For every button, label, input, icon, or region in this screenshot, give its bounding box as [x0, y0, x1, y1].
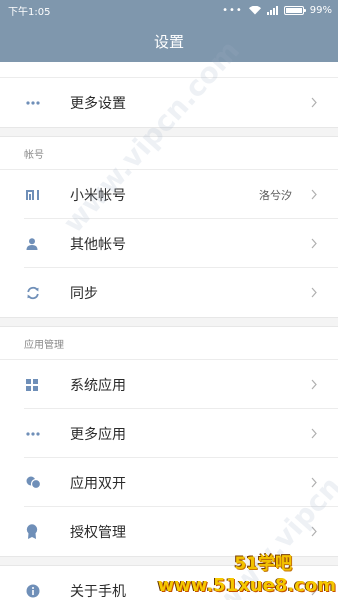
- page-title: 设置: [153, 32, 184, 51]
- more-icon: [0, 100, 70, 105]
- settings-item-more-apps[interactable]: 更多应用: [0, 409, 338, 458]
- chevron-right-icon: [306, 97, 322, 108]
- status-icons: ••• 99%: [222, 5, 332, 16]
- title-bar: 设置: [0, 20, 338, 62]
- settings-item-sync[interactable]: 同步: [0, 268, 338, 317]
- status-bar: 下午1:05 ••• 99%: [0, 0, 338, 20]
- status-time: 下午1:05: [8, 6, 51, 18]
- chevron-right-icon: [306, 189, 322, 200]
- settings-item-system-apps[interactable]: 系统应用: [0, 360, 338, 409]
- section-header-app-management: 应用管理: [0, 327, 338, 360]
- settings-item-xiaomi-account[interactable]: 小米帐号 洛兮汐: [0, 170, 338, 219]
- chevron-right-icon: [306, 428, 322, 439]
- wifi-icon: [248, 5, 261, 14]
- settings-item-label: 其他帐号: [70, 236, 126, 253]
- settings-item-label: 系统应用: [70, 377, 126, 394]
- notification-dots: •••: [222, 4, 243, 16]
- sync-icon: [0, 286, 70, 300]
- settings-item-other-accounts[interactable]: 其他帐号: [0, 219, 338, 268]
- chevron-right-icon: [306, 379, 322, 390]
- mi-icon: [0, 189, 70, 200]
- signal-icon: [266, 5, 278, 15]
- person-icon: [0, 237, 70, 250]
- chevron-right-icon: [306, 238, 322, 249]
- battery-icon: [283, 5, 306, 15]
- settings-item-label: 更多应用: [70, 426, 126, 443]
- watermark-brand: 51学吧: [234, 554, 292, 574]
- settings-item-dual-apps[interactable]: 应用双开: [0, 458, 338, 507]
- account-name-value: 洛兮汐: [259, 188, 292, 202]
- grid-icon: [0, 378, 70, 391]
- section-gap: [0, 317, 338, 327]
- more-icon: [0, 431, 70, 436]
- list-top-spacer: [0, 62, 338, 78]
- settings-item-label: 应用双开: [70, 475, 126, 492]
- dual-app-icon: [0, 476, 70, 489]
- authorization-icon: [0, 524, 70, 539]
- settings-item-label: 同步: [70, 285, 98, 302]
- account-group: 帐号 小米帐号 洛兮汐 其他帐号 同步: [0, 137, 338, 317]
- battery-percent: 99%: [309, 4, 332, 16]
- info-icon: [0, 584, 70, 598]
- watermark-url: www.51xue8.com: [157, 575, 336, 596]
- chevron-right-icon: [306, 287, 322, 298]
- section-header-account: 帐号: [0, 137, 338, 170]
